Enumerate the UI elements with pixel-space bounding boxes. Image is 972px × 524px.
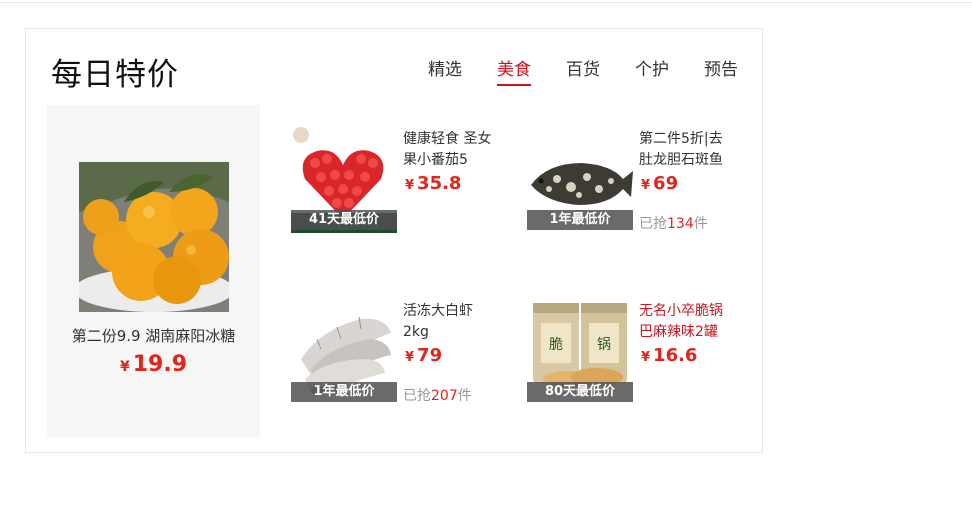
featured-product-name[interactable]: 第二份9.9 湖南麻阳冰糖	[47, 325, 260, 346]
product-name[interactable]: 无名小卒脆锅巴麻辣味2罐	[639, 301, 734, 343]
tab-jingxuan[interactable]: 精选	[428, 55, 462, 86]
price-value: 35.8	[417, 173, 462, 194]
product-price: ¥16.6	[641, 345, 697, 366]
featured-product[interactable]: 第二份9.9 湖南麻阳冰糖 ¥19.9	[47, 105, 260, 437]
product-name[interactable]: 健康轻食 圣女果小番茄5	[403, 129, 498, 171]
lowest-price-badge: 80天最低价	[527, 382, 633, 402]
currency-symbol: ¥	[641, 178, 651, 193]
lowest-price-badge: 41天最低价	[291, 210, 397, 230]
product-price: ¥69	[641, 173, 678, 194]
price-value: 79	[417, 345, 443, 366]
sold-number: 134	[667, 216, 694, 232]
tab-yugao[interactable]: 预告	[704, 55, 738, 86]
top-divider	[0, 2, 972, 3]
product-card[interactable]: 41天最低价 健康轻食 圣女果小番茄5 ¥35.8	[291, 127, 516, 267]
currency-symbol: ¥	[119, 359, 130, 375]
currency-symbol: ¥	[641, 350, 651, 365]
product-image-oranges[interactable]	[79, 162, 229, 312]
sold-suffix: 件	[457, 388, 472, 404]
price-value: 16.6	[653, 345, 698, 366]
product-name[interactable]: 活冻大白虾2kg	[403, 301, 498, 343]
lowest-price-badge: 1年最低价	[291, 382, 397, 402]
product-card[interactable]: 脆 锅 80天最低价 无名小卒脆锅巴麻辣味2罐 ¥16.6	[527, 299, 752, 439]
product-price: ¥35.8	[405, 173, 461, 194]
lowest-price-badge: 1年最低价	[527, 210, 633, 230]
price-value: 69	[653, 173, 679, 194]
sold-suffix: 件	[693, 216, 708, 232]
category-tabs: 精选 美食 百货 个护 预告	[393, 55, 738, 86]
tab-gehu[interactable]: 个护	[635, 55, 669, 86]
svg-text:锅: 锅	[597, 337, 611, 353]
section-title: 每日特价	[51, 57, 179, 93]
currency-symbol: ¥	[405, 178, 415, 193]
tab-meishi[interactable]: 美食	[497, 55, 531, 86]
product-card[interactable]: 1年最低价 活冻大白虾2kg ¥79 已抢207件	[291, 299, 516, 439]
featured-product-price: ¥19.9	[47, 352, 260, 377]
sold-number: 207	[431, 388, 458, 404]
sold-prefix: 已抢	[403, 388, 431, 404]
svg-text:脆: 脆	[549, 336, 563, 353]
product-price: ¥79	[405, 345, 442, 366]
product-card[interactable]: 1年最低价 第二件5折|去肚龙胆石斑鱼 ¥69 已抢134件	[527, 127, 752, 267]
sold-count: 已抢207件	[403, 385, 472, 405]
tab-baihuo[interactable]: 百货	[566, 55, 600, 86]
daily-deals-card: 每日特价 精选 美食 百货 个护 预告 第二份9.9 湖南麻阳冰糖 ¥19.9	[25, 28, 763, 453]
price-value: 19.9	[132, 352, 188, 377]
product-name[interactable]: 第二件5折|去肚龙胆石斑鱼	[639, 129, 734, 171]
sold-count: 已抢134件	[639, 213, 708, 233]
sold-prefix: 已抢	[639, 216, 667, 232]
currency-symbol: ¥	[405, 350, 415, 365]
